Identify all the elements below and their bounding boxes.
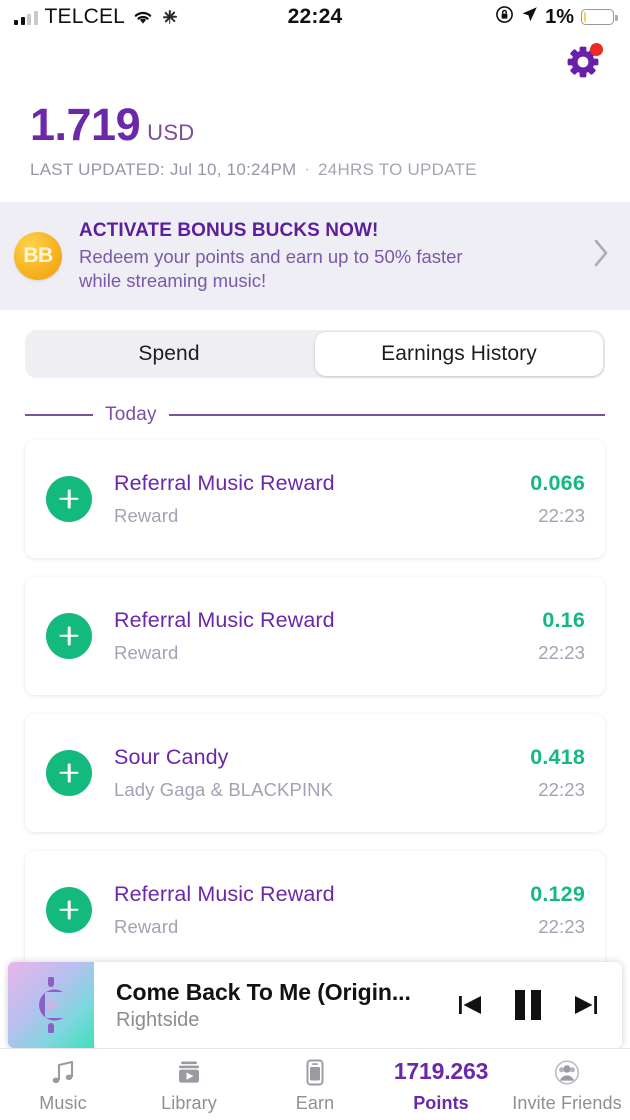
row-title: Referral Music Reward bbox=[114, 470, 335, 495]
plus-icon bbox=[46, 886, 92, 933]
transaction-list: Referral Music Reward Reward 0.066 22:23… bbox=[0, 426, 630, 969]
segment-control-wrapper: Spend Earnings History bbox=[0, 310, 630, 378]
section-label: Today bbox=[105, 403, 157, 425]
nav-label-music: Music bbox=[39, 1092, 87, 1113]
bottom-navigation: Music Library Earn 1719.263 Points Invit… bbox=[0, 1048, 630, 1120]
gear-icon[interactable] bbox=[566, 42, 604, 80]
balance-amount: 1.719 bbox=[30, 99, 141, 150]
row-amount: 0.16 bbox=[542, 607, 585, 632]
row-subtitle: Reward bbox=[114, 504, 179, 526]
music-note-icon bbox=[48, 1056, 78, 1088]
plus-icon bbox=[46, 612, 92, 659]
balance-section: 1.719 USD LAST UPDATED: Jul 10, 10:24PM … bbox=[0, 90, 630, 180]
balance-amount-row: 1.719 USD bbox=[30, 102, 630, 147]
row-amount: 0.066 bbox=[530, 470, 585, 495]
section-divider-today: Today bbox=[0, 404, 630, 426]
banner-text: ACTIVATE BONUS BUCKS NOW! Redeem your po… bbox=[79, 219, 587, 293]
skip-forward-icon bbox=[575, 996, 597, 1014]
battery-percent-label: 1% bbox=[545, 5, 574, 28]
player-track-artist: Rightside bbox=[116, 1008, 200, 1031]
row-meta: 0.16 22:23 bbox=[538, 608, 585, 664]
row-title: Referral Music Reward bbox=[114, 881, 335, 906]
update-interval-label: 24HRS TO UPDATE bbox=[318, 160, 477, 179]
row-subtitle: Lady Gaga & BLACKPINK bbox=[114, 778, 334, 800]
row-text: Referral Music Reward Reward bbox=[114, 882, 530, 938]
location-arrow-icon bbox=[521, 6, 538, 28]
user-circle-icon bbox=[552, 1056, 582, 1088]
player-track-info: Come Back To Me (Origin... Rightside bbox=[116, 979, 446, 1032]
nav-item-earn[interactable]: Earn bbox=[252, 1049, 378, 1120]
last-updated-label: LAST UPDATED: Jul 10, 10:24PM bbox=[30, 160, 297, 179]
next-track-button[interactable] bbox=[572, 991, 600, 1019]
nav-label-points: Points bbox=[413, 1092, 469, 1113]
row-amount: 0.129 bbox=[530, 881, 585, 906]
table-row[interactable]: Referral Music Reward Reward 0.129 22:23 bbox=[25, 850, 605, 969]
previous-track-button[interactable] bbox=[456, 991, 484, 1019]
row-amount: 0.418 bbox=[530, 744, 585, 769]
points-value: 1719.263 bbox=[393, 1058, 489, 1084]
row-title: Referral Music Reward bbox=[114, 607, 335, 632]
player-track-title: Come Back To Me (Origin... bbox=[116, 978, 411, 1005]
mini-player[interactable]: Come Back To Me (Origin... Rightside bbox=[8, 962, 622, 1048]
row-text: Referral Music Reward Reward bbox=[114, 608, 538, 664]
album-artwork[interactable] bbox=[8, 962, 94, 1048]
player-controls bbox=[446, 988, 622, 1022]
header-actions bbox=[0, 34, 630, 90]
nav-label-library: Library bbox=[161, 1092, 217, 1113]
balance-meta: LAST UPDATED: Jul 10, 10:24PM · 24HRS TO… bbox=[30, 160, 630, 180]
row-time: 22:23 bbox=[538, 641, 585, 663]
nav-item-invite-friends[interactable]: Invite Friends bbox=[504, 1049, 630, 1120]
nav-item-points[interactable]: 1719.263 Points bbox=[378, 1049, 504, 1120]
meta-separator: · bbox=[304, 161, 311, 178]
row-subtitle: Reward bbox=[114, 641, 179, 663]
row-meta: 0.129 22:23 bbox=[530, 882, 585, 938]
nav-item-music[interactable]: Music bbox=[0, 1049, 126, 1120]
bonus-bucks-banner[interactable]: BB ACTIVATE BONUS BUCKS NOW! Redeem your… bbox=[0, 202, 630, 310]
table-row[interactable]: Referral Music Reward Reward 0.066 22:23 bbox=[25, 439, 605, 558]
segment-control: Spend Earnings History bbox=[25, 329, 605, 378]
plus-icon bbox=[46, 475, 92, 522]
balance-currency: USD bbox=[147, 120, 195, 145]
status-bar: TELCEL 22:24 1% bbox=[0, 0, 630, 34]
nav-item-library[interactable]: Library bbox=[126, 1049, 252, 1120]
table-row[interactable]: Sour Candy Lady Gaga & BLACKPINK 0.418 2… bbox=[25, 713, 605, 832]
divider-line-right bbox=[168, 414, 605, 416]
bonus-bucks-badge-icon: BB bbox=[14, 231, 62, 280]
plus-icon bbox=[46, 749, 92, 796]
rotation-lock-icon bbox=[495, 5, 514, 29]
tab-earnings-history[interactable]: Earnings History bbox=[315, 331, 603, 376]
library-play-icon bbox=[174, 1056, 204, 1088]
banner-body: Redeem your points and earn up to 50% fa… bbox=[79, 245, 463, 291]
divider-line-left bbox=[25, 414, 93, 416]
row-title: Sour Candy bbox=[114, 744, 229, 769]
nav-label-invite-friends: Invite Friends bbox=[512, 1092, 622, 1113]
row-time: 22:23 bbox=[538, 504, 585, 526]
banner-title: ACTIVATE BONUS BUCKS NOW! bbox=[79, 220, 379, 241]
row-subtitle: Reward bbox=[114, 915, 179, 937]
row-meta: 0.418 22:23 bbox=[530, 745, 585, 801]
row-text: Sour Candy Lady Gaga & BLACKPINK bbox=[114, 745, 530, 801]
row-time: 22:23 bbox=[538, 778, 585, 800]
row-meta: 0.066 22:23 bbox=[530, 471, 585, 527]
battery-icon bbox=[581, 9, 618, 25]
tab-spend[interactable]: Spend bbox=[25, 330, 313, 378]
dollar-play-logo-icon bbox=[39, 977, 63, 1033]
pause-button[interactable] bbox=[512, 988, 544, 1022]
row-text: Referral Music Reward Reward bbox=[114, 471, 530, 527]
pause-icon bbox=[515, 990, 541, 1020]
row-time: 22:23 bbox=[538, 915, 585, 937]
skip-back-icon bbox=[459, 996, 481, 1014]
nav-label-earn: Earn bbox=[295, 1092, 335, 1113]
chevron-right-icon[interactable] bbox=[593, 238, 610, 273]
phone-device-icon bbox=[300, 1056, 330, 1088]
notification-badge-dot bbox=[590, 43, 603, 56]
table-row[interactable]: Referral Music Reward Reward 0.16 22:23 bbox=[25, 576, 605, 695]
status-bar-right: 1% bbox=[495, 5, 618, 29]
